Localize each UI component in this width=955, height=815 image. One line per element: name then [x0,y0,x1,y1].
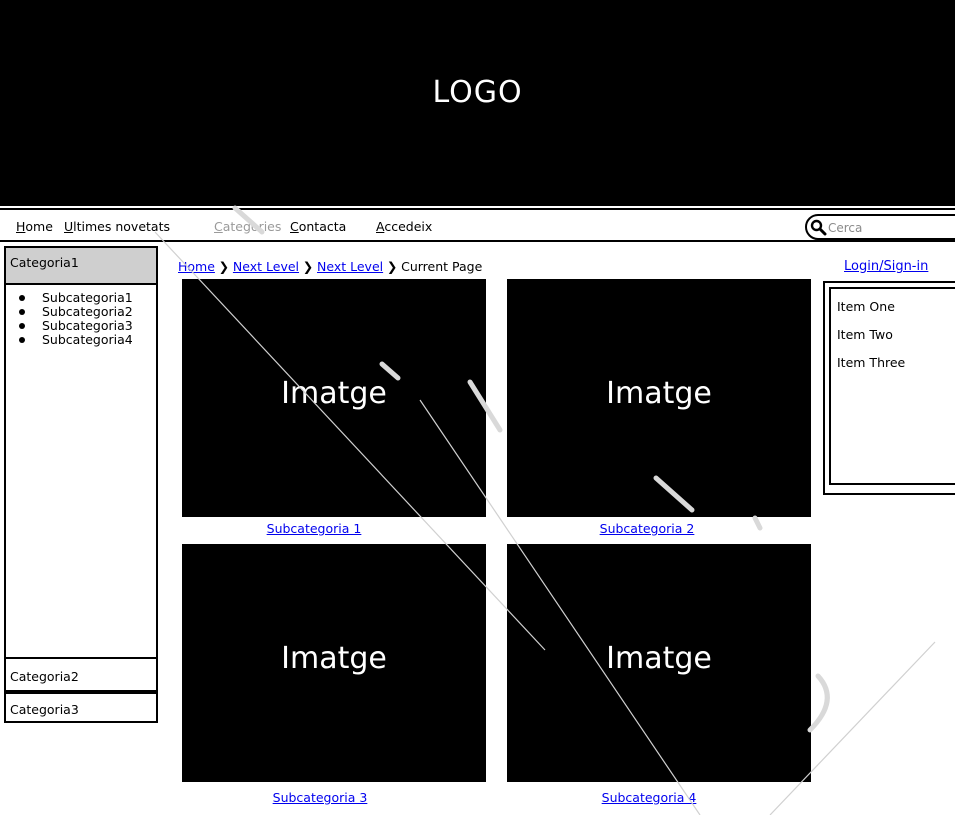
nav-accedeix[interactable]: Accedeix [376,219,432,234]
subcategory-caption-2: Subcategoria 2 [495,521,799,536]
search-box[interactable] [805,214,955,240]
nav-contacta[interactable]: Contacta [290,219,346,234]
subcategory-caption-3: Subcategoria 3 [168,790,472,805]
sidebar-category-3[interactable]: Categoria3 [4,692,158,723]
nav-categories: Categories [214,219,281,234]
nav-ultimes-novetats[interactable]: Ultimes novetats [64,219,170,234]
subcategory-link-1[interactable]: Subcategoria 1 [267,521,362,536]
side-panel: Item One Item Two Item Three [823,281,955,495]
nav-home[interactable]: Home [16,219,53,234]
subcategory-item[interactable]: Subcategoria1 [19,291,156,305]
subcategory-item[interactable]: Subcategoria4 [19,333,156,347]
search-input[interactable] [828,219,955,237]
list-item[interactable]: Item One [837,299,895,314]
nav-mnemonic: H [16,219,26,234]
image-placeholder-text: Imatge [281,376,387,411]
nav-label: ccedeix [384,219,433,234]
subcategory-caption-1: Subcategoria 1 [162,521,466,536]
subcategory-link-2[interactable]: Subcategoria 2 [600,521,695,536]
subcategory-link-3[interactable]: Subcategoria 3 [273,790,368,805]
list-item[interactable]: Item Three [837,355,905,370]
sidebar-category-2[interactable]: Categoria2 [4,659,158,692]
item-list: Item One Item Two Item Three [829,287,955,485]
subcategory-list: Subcategoria1 Subcategoria2 Subcategoria… [6,291,156,347]
login-link-container: Login/Sign-in [844,259,928,274]
breadcrumb-link[interactable]: Next Level [233,259,299,274]
breadcrumb-link[interactable]: Next Level [317,259,383,274]
nav-mnemonic: U [64,219,74,234]
subcategory-image-1[interactable]: Imatge [182,279,486,517]
nav-mnemonic: C [214,219,223,234]
subcategory-link-4[interactable]: Subcategoria 4 [602,790,697,805]
subcategory-image-4[interactable]: Imatge [507,544,811,782]
image-placeholder-text: Imatge [281,641,387,676]
subcategory-image-2[interactable]: Imatge [507,279,811,517]
nav-label: ategories [222,219,282,234]
list-item[interactable]: Item Two [837,327,893,342]
subcategory-item[interactable]: Subcategoria3 [19,319,156,333]
subcategory-item[interactable]: Subcategoria2 [19,305,156,319]
chevron-right-icon: ❯ [302,259,314,274]
sidebar-category-1[interactable]: Categoria1 [4,246,158,283]
image-placeholder-text: Imatge [606,641,712,676]
search-icon[interactable] [810,219,827,236]
subcategory-caption-4: Subcategoria 4 [497,790,801,805]
image-placeholder-text: Imatge [606,376,712,411]
nav-label: ltimes novetats [73,219,170,234]
breadcrumb-current: Current Page [401,259,483,274]
subcategory-panel: Subcategoria1 Subcategoria2 Subcategoria… [4,283,158,659]
nav-label: ontacta [298,219,347,234]
chevron-right-icon: ❯ [386,259,398,274]
nav-mnemonic: C [290,219,299,234]
nav-label: ome [25,219,53,234]
logo[interactable]: LOGO [0,75,955,110]
subcategory-image-3[interactable]: Imatge [182,544,486,782]
breadcrumb-link[interactable]: Home [178,259,215,274]
login-link[interactable]: Login/Sign-in [844,259,928,274]
breadcrumb: Home ❯ Next Level ❯ Next Level ❯ Current Page [178,259,482,274]
chevron-right-icon: ❯ [218,259,230,274]
